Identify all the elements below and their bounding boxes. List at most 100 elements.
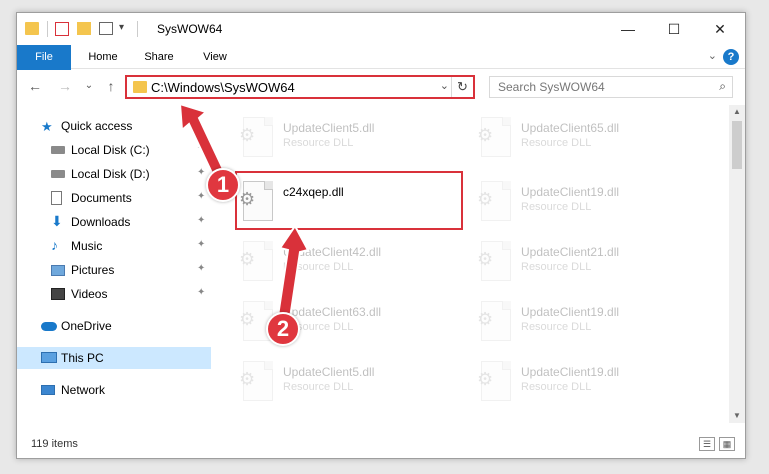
sidebar-item-label: Network bbox=[61, 383, 106, 397]
sidebar-item-label: This PC bbox=[61, 351, 104, 365]
quick-access-dropdown-icon[interactable]: ▾ bbox=[119, 22, 124, 38]
recent-locations-button[interactable]: ⌄ bbox=[79, 76, 99, 96]
gear-icon: ⚙ bbox=[477, 249, 494, 269]
gear-icon: ⚙ bbox=[239, 309, 256, 329]
sidebar-item-documents[interactable]: Documents ✦ bbox=[17, 187, 211, 209]
pin-icon[interactable]: ✦ bbox=[197, 167, 205, 178]
gear-icon: ⚙ bbox=[239, 249, 256, 269]
file-item[interactable]: ⚙ UpdateClient19.dll Resource DLL bbox=[473, 175, 703, 233]
pin-icon[interactable]: ✦ bbox=[197, 263, 205, 274]
gear-icon: ⚙ bbox=[239, 369, 256, 389]
cloud-icon bbox=[41, 322, 57, 331]
gear-icon: ⚙ bbox=[239, 125, 256, 145]
search-icon[interactable]: ⌕ bbox=[719, 79, 726, 94]
star-icon: ★ bbox=[41, 119, 53, 134]
file-type: Resource DLL bbox=[521, 261, 592, 273]
file-type: Resource DLL bbox=[521, 321, 592, 333]
address-path[interactable]: C:\Windows\SysWOW64 bbox=[151, 80, 295, 95]
sidebar-item-pictures[interactable]: Pictures ✦ bbox=[17, 259, 211, 281]
file-item[interactable]: ⚙ UpdateClient19.dll Resource DLL bbox=[473, 295, 703, 353]
file-type: Resource DLL bbox=[521, 201, 592, 213]
maximize-button[interactable]: ☐ bbox=[651, 13, 697, 45]
sidebar-item-music[interactable]: ♪ Music ✦ bbox=[17, 235, 211, 257]
gear-icon: ⚙ bbox=[477, 309, 494, 329]
address-dropdown-icon[interactable]: ⌄ bbox=[440, 79, 449, 92]
file-item[interactable]: ⚙ UpdateClient5.dll Resource DLL bbox=[235, 355, 465, 413]
tab-home[interactable]: Home bbox=[81, 45, 125, 69]
new-folder-icon[interactable] bbox=[77, 22, 91, 35]
close-button[interactable]: ✕ bbox=[697, 13, 743, 45]
file-name: UpdateClient5.dll bbox=[283, 121, 375, 135]
file-item[interactable]: ⚙ UpdateClient63.dll Resource DLL bbox=[235, 295, 465, 353]
sidebar-item-quick-access[interactable]: ★ Quick access bbox=[17, 115, 211, 137]
sidebar-item-label: Local Disk (D:) bbox=[71, 167, 150, 181]
search-box[interactable]: Search SysWOW64 ⌕ bbox=[489, 76, 733, 98]
back-button[interactable]: ← bbox=[25, 76, 45, 96]
computer-icon bbox=[41, 352, 57, 363]
tab-view[interactable]: View bbox=[193, 45, 237, 69]
file-name: UpdateClient19.dll bbox=[521, 185, 620, 199]
pin-icon[interactable]: ✦ bbox=[197, 191, 205, 202]
file-item[interactable]: ⚙ UpdateClient42.dll Resource DLL bbox=[235, 235, 465, 293]
window-title: SysWOW64 bbox=[157, 22, 223, 36]
refresh-button[interactable]: ↻ bbox=[451, 77, 473, 97]
videos-icon bbox=[51, 288, 65, 300]
divider bbox=[47, 21, 48, 37]
sidebar-item-downloads[interactable]: ⬇ Downloads ✦ bbox=[17, 211, 211, 233]
drive-icon bbox=[51, 146, 65, 154]
minimize-button[interactable]: — bbox=[605, 13, 651, 45]
pin-icon[interactable]: ✦ bbox=[197, 287, 205, 298]
scroll-down-icon[interactable]: ▼ bbox=[729, 409, 745, 423]
tab-share[interactable]: Share bbox=[137, 45, 181, 69]
file-name: UpdateClient65.dll bbox=[521, 121, 620, 135]
file-name: UpdateClient19.dll bbox=[521, 365, 620, 379]
downloads-icon: ⬇ bbox=[51, 213, 63, 229]
sidebar-item-label: Videos bbox=[71, 287, 108, 301]
scroll-up-icon[interactable]: ▲ bbox=[729, 105, 745, 119]
customize-icon[interactable] bbox=[99, 22, 113, 35]
sidebar-item-local-disk-c[interactable]: Local Disk (C:) ✦ bbox=[17, 139, 211, 161]
help-icon[interactable]: ? bbox=[723, 49, 739, 65]
gear-icon: ⚙ bbox=[477, 189, 494, 209]
file-item[interactable]: ⚙ UpdateClient21.dll Resource DLL bbox=[473, 235, 703, 293]
address-bar[interactable]: C:\Windows\SysWOW64 ⌄ ↻ bbox=[125, 75, 475, 99]
pin-icon[interactable]: ✦ bbox=[197, 239, 205, 250]
folder-icon bbox=[133, 81, 147, 93]
file-item[interactable]: ⚙ UpdateClient65.dll Resource DLL bbox=[473, 111, 703, 169]
up-button[interactable]: ↑ bbox=[101, 76, 121, 96]
file-item[interactable]: ⚙ UpdateClient5.dll Resource DLL bbox=[235, 111, 465, 169]
expand-ribbon-icon[interactable]: ⌄ bbox=[708, 49, 717, 62]
navigation-pane: ★ Quick access Local Disk (C:) ✦ Local D… bbox=[17, 105, 211, 423]
file-item-selected[interactable]: ⚙ c24xqep.dll bbox=[235, 175, 465, 233]
vertical-scrollbar[interactable]: ▲ ▼ bbox=[729, 105, 745, 423]
sidebar-item-network[interactable]: Network bbox=[17, 379, 211, 401]
file-list: ⚙ UpdateClient5.dll Resource DLL ⚙ c24xq… bbox=[213, 105, 733, 423]
file-name: UpdateClient5.dll bbox=[283, 365, 375, 379]
sidebar-item-onedrive[interactable]: OneDrive bbox=[17, 315, 211, 337]
sidebar-item-label: Downloads bbox=[71, 215, 131, 229]
sidebar-item-label: Documents bbox=[71, 191, 132, 205]
large-icons-view-icon[interactable]: ▦ bbox=[719, 437, 735, 451]
pin-icon[interactable]: ✦ bbox=[197, 143, 205, 154]
file-type: Resource DLL bbox=[283, 381, 354, 393]
sidebar-item-local-disk-d[interactable]: Local Disk (D:) ✦ bbox=[17, 163, 211, 185]
properties-icon[interactable] bbox=[55, 22, 69, 36]
sidebar-item-label: Local Disk (C:) bbox=[71, 143, 150, 157]
pin-icon[interactable]: ✦ bbox=[197, 215, 205, 226]
file-item[interactable]: ⚙ UpdateClient19.dll Resource DLL bbox=[473, 355, 703, 413]
folder-icon bbox=[25, 22, 39, 35]
search-placeholder: Search SysWOW64 bbox=[498, 80, 605, 94]
forward-button[interactable]: → bbox=[55, 76, 75, 96]
title-bar: ▾ SysWOW64 — ☐ ✕ bbox=[17, 13, 745, 45]
sidebar-item-label: Quick access bbox=[61, 119, 133, 133]
sidebar-item-label: Pictures bbox=[71, 263, 115, 277]
file-type: Resource DLL bbox=[521, 381, 592, 393]
drive-icon bbox=[51, 170, 65, 178]
item-count: 119 items bbox=[31, 438, 78, 450]
details-view-icon[interactable]: ☰ bbox=[699, 437, 715, 451]
sidebar-item-label: Music bbox=[71, 239, 103, 253]
scrollbar-thumb[interactable] bbox=[732, 121, 742, 169]
sidebar-item-videos[interactable]: Videos ✦ bbox=[17, 283, 211, 305]
sidebar-item-this-pc[interactable]: This PC bbox=[17, 347, 211, 369]
divider bbox=[137, 21, 138, 37]
